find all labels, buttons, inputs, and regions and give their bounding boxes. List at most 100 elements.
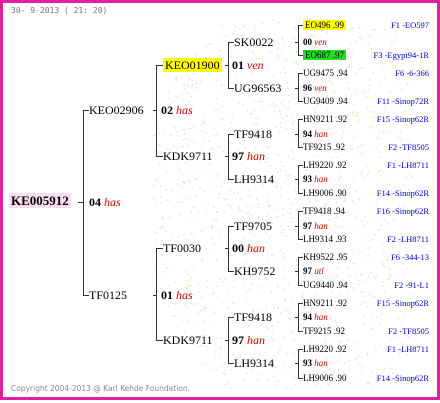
family-code: F6 -6-366 xyxy=(395,68,429,78)
g4-bracket xyxy=(298,25,299,55)
ancestor-node[interactable]: LH9006 .90 xyxy=(303,188,347,199)
g4-bracket xyxy=(298,119,299,147)
family-code: F1 -LH8711 xyxy=(387,344,429,354)
g1-bracket xyxy=(83,110,84,295)
ancestor-id: LH9220 xyxy=(303,344,336,354)
g3-number: 97 utl xyxy=(303,266,324,277)
ancestor-id: UG9475 xyxy=(303,68,337,78)
ancestor-score: .90 xyxy=(335,373,347,383)
ancestor-id: KH9522 xyxy=(303,252,337,262)
ancestor-node[interactable]: TF9418 .94 xyxy=(303,206,345,217)
g2-number: 97 han xyxy=(232,149,265,163)
root-node[interactable]: KE005912 xyxy=(9,193,71,208)
g3-num-value: 97 xyxy=(303,266,315,276)
g1-num-sub: has xyxy=(176,288,193,302)
grandparent-node[interactable]: KDK9711 xyxy=(163,149,213,163)
ancestor-score: .90 xyxy=(335,188,347,198)
g3-number: 93 han xyxy=(303,174,328,185)
ancestor-node[interactable]: LH9006 .90 xyxy=(303,373,347,384)
ancestor-node[interactable]: LH9220 .92 xyxy=(303,344,347,355)
ancestor-id: LH9220 xyxy=(303,160,336,170)
g3-num-sub: han xyxy=(314,221,328,231)
g2-num-value: 97 xyxy=(232,333,247,347)
g3-number: 97 han xyxy=(303,221,328,232)
g3-number: 93 han xyxy=(303,358,328,369)
g3-bracket xyxy=(228,134,229,179)
family-code: F14 -Sinop62R xyxy=(376,373,429,383)
g3-num-sub: han xyxy=(314,358,328,368)
ancestor-score: .93 xyxy=(335,234,347,244)
g3-num-value: 94 xyxy=(303,129,315,139)
footer-copyright: Copyright 2004-2013 @ Karl Kehde Foundat… xyxy=(11,384,191,393)
family-code: F6 -344-13 xyxy=(390,252,429,262)
great-grandparent-node[interactable]: TF9418 xyxy=(234,310,272,324)
g3-num-value: 94 xyxy=(303,312,315,322)
ancestor-id: HN9211 xyxy=(303,114,336,124)
ancestor-node[interactable]: UG9440 .94 xyxy=(303,280,348,291)
great-grandparent-node[interactable]: SK0022 xyxy=(234,35,273,49)
g2-num-value: 00 xyxy=(232,241,247,255)
ancestor-id: LH9006 xyxy=(303,373,336,383)
ancestor-node[interactable]: EO496 .99 xyxy=(303,20,346,31)
ancestor-score: .92 xyxy=(333,326,346,336)
family-code: F1 -EO597 xyxy=(390,20,429,30)
g4-bracket xyxy=(298,165,299,193)
g2-num-sub: ven xyxy=(247,58,264,72)
great-grandparent-node[interactable]: UG96563 xyxy=(234,81,281,95)
g3-num-value: 96 xyxy=(303,83,315,93)
ancestor-score: .95 xyxy=(336,252,348,262)
ancestor-score: .92 xyxy=(335,114,348,124)
g4-bracket xyxy=(298,211,299,239)
g3-bracket xyxy=(228,226,229,271)
g4-bracket xyxy=(298,73,299,101)
family-code: F14 -Sinop62R xyxy=(376,188,429,198)
g2-tick xyxy=(156,248,163,249)
g3-bracket xyxy=(228,317,229,363)
ancestor-id: EO496 .99 xyxy=(303,20,346,30)
root-num-value: 04 xyxy=(89,195,104,209)
family-code: F2 -TF8505 xyxy=(388,326,429,336)
ancestor-node[interactable]: TF9215 .92 xyxy=(303,142,345,153)
ancestor-node[interactable]: HN9211 .92 xyxy=(303,298,347,309)
ancestor-node[interactable]: UG9409 .94 xyxy=(303,96,348,107)
family-code: F11 -Sinop72R xyxy=(377,96,429,106)
great-grandparent-node[interactable]: LH9314 xyxy=(234,356,274,370)
ancestor-node[interactable]: UG9475 .94 xyxy=(303,68,348,79)
grandparent-node[interactable]: TF0030 xyxy=(163,241,201,255)
grandparent-node[interactable]: KEO01900 xyxy=(163,58,222,72)
sire-dam-node[interactable]: KEO02906 xyxy=(89,103,144,117)
g2-number: 01 ven xyxy=(232,58,264,72)
g1-num-sub: has xyxy=(176,103,193,117)
ancestor-id: UG9409 xyxy=(303,96,337,106)
g3-num-sub: han xyxy=(314,174,328,184)
family-code: F1 -LH8711 xyxy=(387,160,429,170)
family-code: F3 -Egypt94-1R xyxy=(373,50,430,60)
ancestor-node[interactable]: TF9215 .92 xyxy=(303,326,345,337)
g3-num-sub: utl xyxy=(314,266,324,276)
ancestor-node[interactable]: LH9314 .93 xyxy=(303,234,347,245)
ancestor-node[interactable]: HN9211 .92 xyxy=(303,114,347,125)
g3-num-sub: han xyxy=(314,312,328,322)
g3-bracket xyxy=(228,42,229,88)
great-grandparent-node[interactable]: TF9418 xyxy=(234,127,272,141)
g2-tick xyxy=(156,340,163,341)
grandparent-id: KEO01900 xyxy=(163,58,222,72)
ancestor-score: .94 xyxy=(336,68,348,78)
g1-number: 02 has xyxy=(161,103,193,117)
ancestor-score: .92 xyxy=(335,298,348,308)
ancestor-node[interactable]: EO687 .97 xyxy=(303,50,346,61)
grandparent-node[interactable]: KDK9711 xyxy=(163,333,213,347)
g3-num-sub: ven xyxy=(314,83,327,93)
sire-dam-node[interactable]: TF0125 xyxy=(89,288,127,302)
great-grandparent-node[interactable]: LH9314 xyxy=(234,172,274,186)
great-grandparent-node[interactable]: TF9705 xyxy=(234,219,272,233)
great-grandparent-node[interactable]: KH9752 xyxy=(234,264,275,278)
ancestor-node[interactable]: KH9522 .95 xyxy=(303,252,348,263)
g2-bracket xyxy=(156,65,157,156)
root-number: 04 has xyxy=(89,195,121,209)
g2-number: 97 han xyxy=(232,333,265,347)
g2-num-value: 97 xyxy=(232,149,247,163)
ancestor-node[interactable]: LH9220 .92 xyxy=(303,160,347,171)
g3-num-value: 93 xyxy=(303,174,315,184)
g2-tick xyxy=(156,65,163,66)
